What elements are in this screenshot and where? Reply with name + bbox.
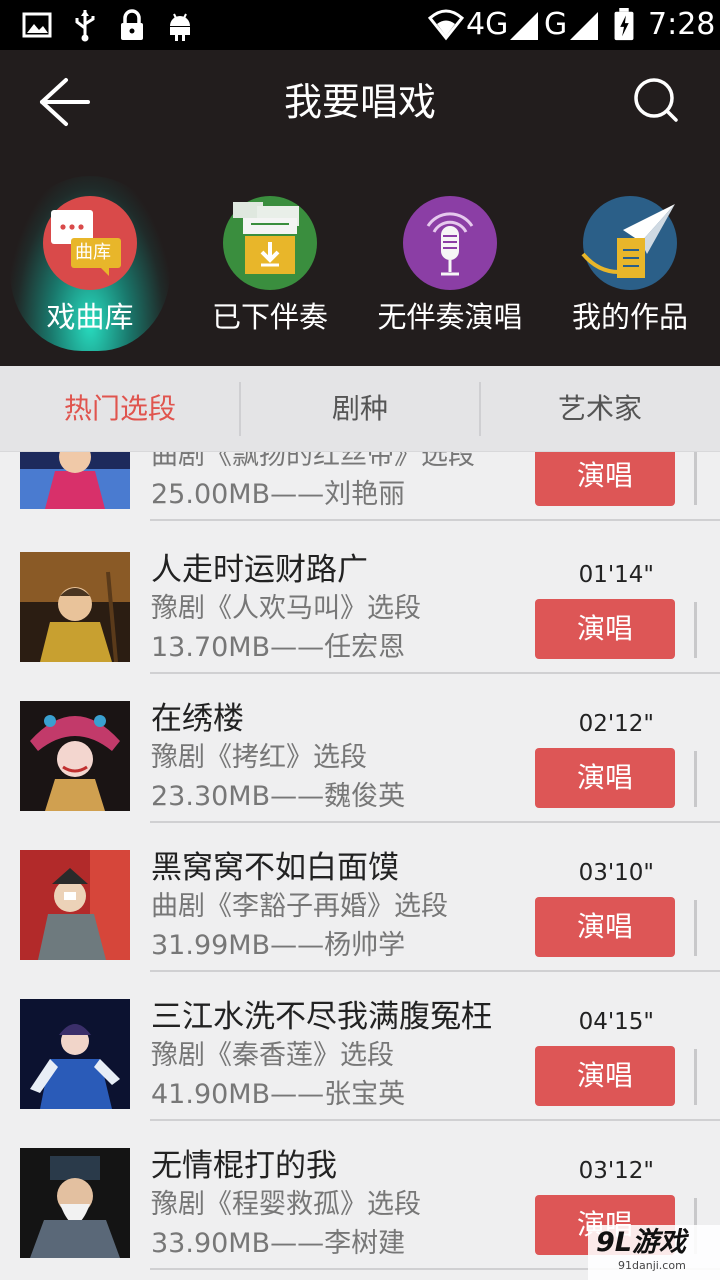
- tab-bar: 热门选段 剧种 艺术家: [0, 366, 720, 452]
- sing-button[interactable]: 演唱: [535, 599, 675, 659]
- header: 我要唱戏 曲库 戏曲库 已下伴奏 无伴奏演唱 我的作品: [0, 50, 720, 366]
- song-size-artist: 13.70MB——任宏恩: [151, 632, 406, 663]
- list-item[interactable]: 在绣楼 02'12" 豫剧《拷红》选段 23.30MB——魏俊英 演唱: [0, 701, 720, 850]
- clock: 7:28: [648, 7, 716, 42]
- lock-icon: [121, 9, 143, 40]
- song-subtitle: 豫剧《程婴救孤》选段: [151, 1189, 421, 1220]
- performer-thumbnail: [20, 999, 130, 1109]
- song-subtitle: 曲剧《李豁子再婚》选段: [151, 891, 448, 922]
- row-divider: [150, 1119, 720, 1121]
- category-label: 无伴奏演唱: [377, 300, 523, 334]
- opera-library-icon: 曲库: [43, 196, 137, 290]
- performer-thumbnail: [20, 850, 130, 960]
- row-divider: [150, 672, 720, 674]
- row-divider: [150, 970, 720, 972]
- song-list[interactable]: 曲剧《飘扬的红丝带》选段 25.00MB——刘艳丽 演唱 人走时运财路广 01'…: [0, 452, 720, 1280]
- sing-button[interactable]: 演唱: [535, 1046, 675, 1106]
- usb-icon: [75, 10, 95, 42]
- watermark-url: 91danji.com: [618, 1259, 686, 1272]
- tab-artists[interactable]: 艺术家: [480, 366, 720, 452]
- song-subtitle: 曲剧《飘扬的红丝带》选段: [151, 452, 475, 471]
- microphone-icon: [403, 196, 497, 290]
- site-watermark: 9L游戏 91danji.com: [588, 1225, 720, 1280]
- performer-thumbnail: [20, 1148, 130, 1258]
- song-subtitle: 豫剧《秦香莲》选段: [151, 1040, 394, 1071]
- performer-thumbnail: [20, 552, 130, 662]
- song-title: 黑窝窝不如白面馍: [151, 850, 399, 886]
- performer-thumbnail: [20, 452, 130, 509]
- scroll-indicator: [694, 1049, 697, 1105]
- scroll-indicator: [694, 452, 697, 505]
- list-item[interactable]: 黑窝窝不如白面馍 03'10" 曲剧《李豁子再婚》选段 31.99MB——杨帅学…: [0, 850, 720, 999]
- sing-button[interactable]: 演唱: [535, 897, 675, 957]
- image-icon: [22, 12, 52, 38]
- song-duration: 01'14": [578, 562, 654, 588]
- song-size-artist: 33.90MB——李树建: [151, 1228, 406, 1259]
- sing-button[interactable]: 演唱: [535, 748, 675, 808]
- song-duration: 04'15": [578, 1009, 654, 1035]
- song-title: 人走时运财路广: [151, 552, 368, 588]
- opera-library-badge: 曲库: [75, 242, 111, 263]
- scroll-indicator: [694, 602, 697, 658]
- tab-genres[interactable]: 剧种: [240, 366, 480, 452]
- row-divider: [150, 821, 720, 823]
- signal-icon: [570, 12, 598, 40]
- category-label: 戏曲库: [46, 300, 134, 334]
- song-title: 在绣楼: [151, 701, 244, 737]
- category-label: 我的作品: [571, 300, 688, 334]
- scroll-indicator: [694, 751, 697, 807]
- battery-icon: [614, 8, 634, 41]
- network-type-label-2: G: [544, 7, 568, 42]
- download-icon: [223, 196, 317, 290]
- song-size-artist: 41.90MB——张宝英: [151, 1079, 406, 1110]
- signal-icon: [510, 12, 538, 40]
- category-downloaded[interactable]: 已下伴奏: [180, 196, 360, 346]
- tab-hot-excerpts[interactable]: 热门选段: [0, 366, 240, 452]
- list-item[interactable]: 人走时运财路广 01'14" 豫剧《人欢马叫》选段 13.70MB——任宏恩 演…: [0, 552, 720, 701]
- scroll-indicator: [694, 900, 697, 956]
- song-size-artist: 23.30MB——魏俊英: [151, 781, 406, 812]
- list-item[interactable]: 三江水洗不尽我满腹冤枉 04'15" 豫剧《秦香莲》选段 41.90MB——张宝…: [0, 999, 720, 1148]
- song-duration: 03'12": [578, 1158, 654, 1184]
- sing-button[interactable]: 演唱: [535, 452, 675, 506]
- wifi-icon: [428, 9, 464, 41]
- song-duration: 02'12": [578, 711, 654, 737]
- watermark-logo-text: 9L游戏: [596, 1227, 686, 1258]
- song-subtitle: 豫剧《人欢马叫》选段: [151, 593, 421, 624]
- category-a-cappella[interactable]: 无伴奏演唱: [360, 196, 540, 346]
- list-item[interactable]: 曲剧《飘扬的红丝带》选段 25.00MB——刘艳丽 演唱: [0, 452, 720, 548]
- paper-plane-icon: [581, 196, 677, 290]
- status-bar: 4G G 7:28: [0, 0, 720, 50]
- song-subtitle: 豫剧《拷红》选段: [151, 742, 367, 773]
- page-title: 我要唱戏: [283, 80, 436, 124]
- song-size-artist: 31.99MB——杨帅学: [151, 930, 406, 961]
- song-title: 无情棍打的我: [151, 1148, 337, 1184]
- performer-thumbnail: [20, 701, 130, 811]
- category-label: 已下伴奏: [211, 300, 328, 334]
- category-my-works[interactable]: 我的作品: [540, 196, 720, 346]
- category-opera-library[interactable]: 曲库 戏曲库: [0, 176, 180, 351]
- search-icon[interactable]: [628, 72, 688, 132]
- song-size-artist: 25.00MB——刘艳丽: [151, 479, 406, 510]
- song-duration: 03'10": [578, 860, 654, 886]
- song-title: 三江水洗不尽我满腹冤枉: [151, 999, 492, 1035]
- android-icon: [170, 13, 190, 41]
- row-divider: [150, 519, 720, 521]
- network-type-label: 4G: [466, 7, 509, 42]
